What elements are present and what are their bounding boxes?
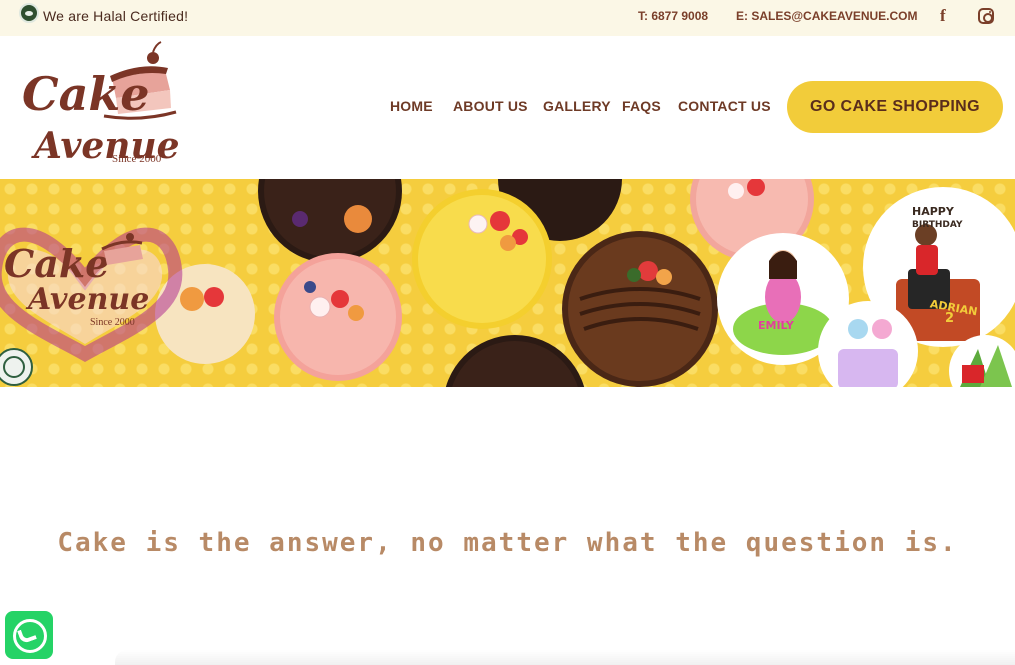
facebook-icon[interactable]: f bbox=[940, 6, 954, 26]
banner-artwork: EMILY HAPPY BIRTHDAY ADRIAN 2 Cake Avenu… bbox=[0, 179, 1015, 387]
tagline: Cake is the answer, no matter what the q… bbox=[57, 528, 958, 558]
whatsapp-chat-button[interactable] bbox=[5, 611, 53, 659]
logo-since: Since 2000 bbox=[112, 153, 162, 165]
banner-logo-avenue: Avenue bbox=[25, 282, 149, 317]
banner-logo-cake: Cake bbox=[4, 241, 109, 286]
logo-cake-word: Cake bbox=[22, 67, 150, 121]
cake-number: 2 bbox=[945, 311, 954, 326]
go-cake-shopping-button[interactable]: GO CAKE SHOPPING bbox=[787, 81, 1003, 133]
top-bar: We are Halal Certified! T: 6877 9008 E: … bbox=[0, 0, 1015, 36]
cake-avenue-logo[interactable]: Cake Avenue Since 2000 bbox=[20, 40, 185, 178]
halal-logo-icon bbox=[19, 3, 39, 23]
banner-logo: Cake Avenue Since 2000 bbox=[0, 227, 183, 363]
banner-logo-since: Since 2000 bbox=[90, 317, 135, 328]
nav-faqs[interactable]: FAQS bbox=[622, 98, 661, 114]
strawberry-cake-image bbox=[274, 253, 402, 381]
nav-contact-us[interactable]: CONTACT US bbox=[678, 98, 771, 114]
nav-gallery[interactable]: GALLERY bbox=[543, 98, 611, 114]
bottom-panel-edge bbox=[115, 650, 1015, 665]
site-header: Cake Avenue Since 2000 HOME ABOUT US GAL… bbox=[0, 36, 1015, 179]
nav-about-us[interactable]: ABOUT US bbox=[453, 98, 528, 114]
svg-text:BIRTHDAY: BIRTHDAY bbox=[912, 220, 963, 230]
nav-home[interactable]: HOME bbox=[390, 98, 433, 114]
chocolate-cake-image bbox=[258, 179, 402, 263]
chocolate-cake-image bbox=[562, 231, 718, 387]
phone-link[interactable]: T: 6877 9008 bbox=[638, 9, 708, 23]
instagram-icon[interactable] bbox=[978, 8, 994, 24]
halal-certified-text: We are Halal Certified! bbox=[43, 8, 189, 24]
email-link[interactable]: E: SALES@CAKEAVENUE.COM bbox=[736, 9, 918, 23]
banner-halal-icon bbox=[0, 348, 33, 386]
cake-name-emily: EMILY bbox=[758, 319, 795, 332]
mango-cake-image bbox=[412, 189, 552, 329]
hero-banner: EMILY HAPPY BIRTHDAY ADRIAN 2 Cake Avenu… bbox=[0, 179, 1015, 387]
svg-text:HAPPY: HAPPY bbox=[912, 205, 955, 218]
chocolate-cake-image bbox=[445, 335, 585, 387]
